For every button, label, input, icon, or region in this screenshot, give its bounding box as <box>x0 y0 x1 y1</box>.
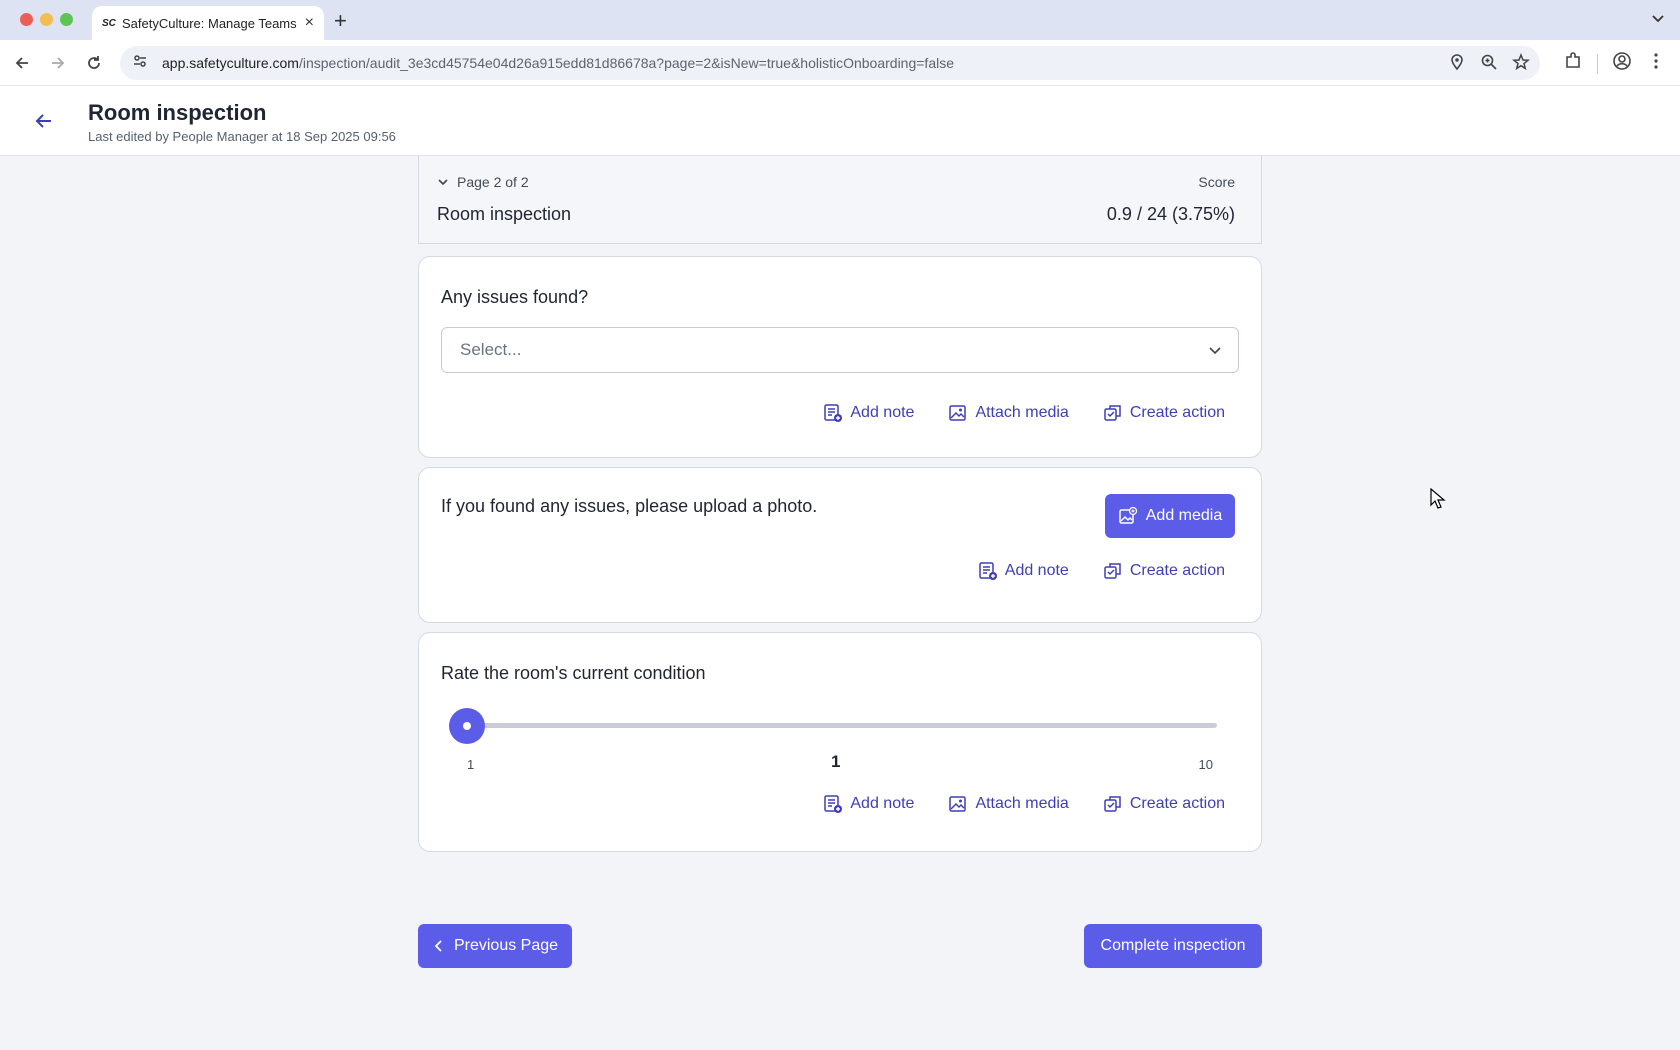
slider-max-label: 10 <box>1198 757 1213 772</box>
question-card-photo: If you found any issues, please upload a… <box>418 467 1262 623</box>
add-note-icon <box>824 404 843 422</box>
question-label: Rate the room's current condition <box>441 663 706 683</box>
window-close-button[interactable] <box>20 13 33 26</box>
add-image-icon <box>1119 506 1137 524</box>
add-note-button[interactable]: Add note <box>978 561 1069 581</box>
location-icon[interactable] <box>1448 53 1466 76</box>
browser-tab-bar: SC SafetyCulture: Manage Teams × + <box>0 0 1680 40</box>
page-indicator: Page 2 of 2 <box>457 174 529 190</box>
create-action-button[interactable]: Create action <box>1103 794 1225 814</box>
complete-inspection-button[interactable]: Complete inspection <box>1084 924 1262 968</box>
back-arrow-icon[interactable] <box>32 109 56 133</box>
tab-close-icon[interactable]: × <box>305 14 314 32</box>
chevron-down-icon <box>438 179 448 186</box>
last-edited-text: Last edited by People Manager at 18 Sep … <box>88 129 396 144</box>
window-maximize-button[interactable] <box>60 13 73 26</box>
address-bar[interactable]: app.safetyculture.com/inspection/audit_3… <box>120 46 1540 80</box>
slider-value: 1 <box>831 752 841 771</box>
app-header: Room inspection Last edited by People Ma… <box>0 86 1680 156</box>
chevron-left-icon <box>434 940 442 952</box>
section-title: Room inspection <box>437 204 572 224</box>
question-card-rating: Rate the room's current condition 1 1 10… <box>418 632 1262 852</box>
extensions-icon[interactable] <box>1563 51 1583 76</box>
favicon-icon: SC <box>102 17 116 29</box>
browser-tab[interactable]: SC SafetyCulture: Manage Teams × <box>92 6 324 40</box>
rating-slider-track[interactable] <box>467 723 1217 728</box>
question-label: If you found any issues, please upload a… <box>441 496 818 516</box>
create-action-icon <box>1104 796 1121 812</box>
attach-media-button[interactable]: Attach media <box>948 794 1069 814</box>
profile-icon[interactable] <box>1612 51 1632 76</box>
menu-icon[interactable] <box>1646 51 1666 76</box>
create-action-icon <box>1104 563 1121 579</box>
tab-title: SafetyCulture: Manage Teams <box>122 15 297 31</box>
zoom-icon[interactable] <box>1480 53 1498 76</box>
forward-icon[interactable] <box>46 51 70 75</box>
browser-toolbar: app.safetyculture.com/inspection/audit_3… <box>0 40 1680 86</box>
image-icon <box>949 796 967 812</box>
previous-page-button[interactable]: Previous Page <box>418 924 572 968</box>
add-note-icon <box>979 562 997 580</box>
question-card-issues: Any issues found? Select... Add note Att… <box>418 256 1262 458</box>
add-note-button[interactable]: Add note <box>823 403 914 423</box>
create-action-icon <box>1104 405 1121 421</box>
slider-min-label: 1 <box>467 757 475 772</box>
page-header: Page 2 of 2 Score Room inspection 0.9 / … <box>418 156 1262 244</box>
slider-thumb-dot <box>463 722 471 730</box>
url-text[interactable]: app.safetyculture.com/inspection/audit_3… <box>162 55 954 71</box>
image-icon <box>949 405 967 421</box>
back-icon[interactable] <box>10 51 34 75</box>
add-note-icon <box>824 795 843 813</box>
create-action-button[interactable]: Create action <box>1103 561 1225 581</box>
score-value: 0.9 / 24 (3.75%) <box>1106 204 1235 224</box>
tab-search-icon[interactable] <box>1650 10 1666 31</box>
add-media-button[interactable]: Add media <box>1105 494 1235 538</box>
reload-icon[interactable] <box>82 51 106 75</box>
attach-media-button[interactable]: Attach media <box>948 403 1069 423</box>
score-label: Score <box>1198 174 1235 190</box>
issues-select[interactable]: Select... <box>441 327 1239 373</box>
page-toggle[interactable]: Page 2 of 2 <box>437 174 529 190</box>
toolbar-divider <box>1597 53 1598 74</box>
mouse-cursor-icon <box>1430 487 1446 515</box>
create-action-button[interactable]: Create action <box>1103 403 1225 423</box>
chevron-down-icon <box>1206 341 1224 364</box>
window-minimize-button[interactable] <box>40 13 53 26</box>
new-tab-icon[interactable]: + <box>334 8 347 34</box>
page-title: Room inspection <box>88 100 267 125</box>
question-label: Any issues found? <box>441 287 589 307</box>
rating-slider-thumb[interactable] <box>449 708 485 744</box>
add-note-button[interactable]: Add note <box>823 794 914 814</box>
site-info-icon[interactable] <box>132 53 148 74</box>
select-placeholder: Select... <box>460 340 522 359</box>
bookmark-star-icon[interactable] <box>1512 52 1530 76</box>
